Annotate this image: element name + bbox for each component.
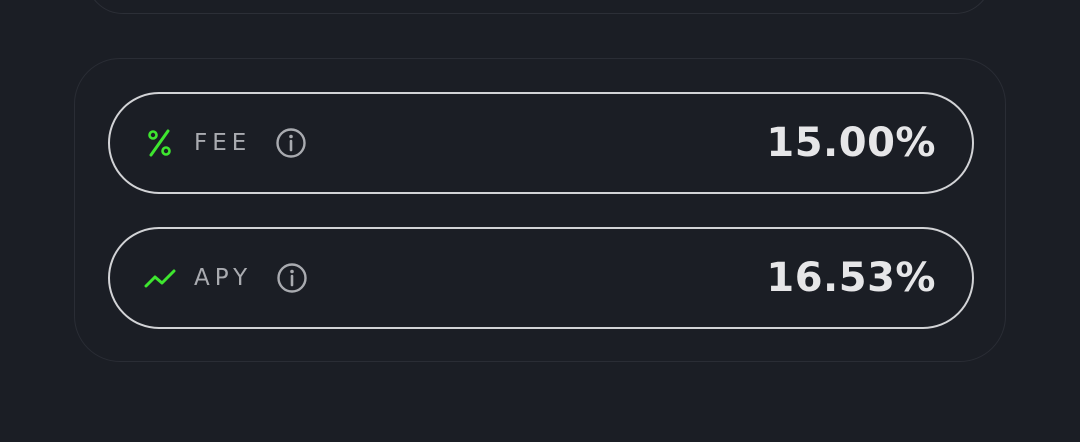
- trending-up-icon: [144, 262, 176, 294]
- apy-row: APY 16.53%: [108, 227, 974, 329]
- apy-label: APY: [194, 265, 253, 291]
- fee-value: 15.00%: [766, 120, 936, 166]
- apy-value: 16.53%: [766, 255, 936, 301]
- percent-icon: [144, 127, 176, 159]
- page: FEE 15.00% APY 16.53%: [0, 0, 1080, 442]
- info-icon[interactable]: [276, 262, 308, 294]
- fee-label: FEE: [194, 130, 252, 156]
- fee-row: FEE 15.00%: [108, 92, 974, 194]
- info-icon[interactable]: [275, 127, 307, 159]
- previous-card: [86, 0, 992, 14]
